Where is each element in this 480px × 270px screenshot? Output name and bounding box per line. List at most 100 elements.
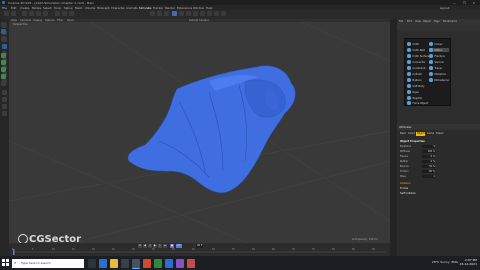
menu-tools[interactable]: Tools bbox=[54, 6, 61, 10]
cube-icon[interactable] bbox=[172, 11, 177, 16]
vp-menu-panel[interactable]: Panel bbox=[67, 19, 74, 22]
om-menu-view[interactable]: View bbox=[415, 20, 421, 23]
vp-menu-options[interactable]: Options bbox=[45, 19, 55, 22]
popup-item-tracer[interactable]: Tracer bbox=[429, 66, 442, 70]
popup-item-rope[interactable]: Rope bbox=[407, 90, 419, 94]
light-icon[interactable] bbox=[221, 11, 226, 16]
menu-extensions[interactable]: Extensions bbox=[177, 6, 192, 10]
move-icon[interactable] bbox=[29, 11, 34, 16]
vp-menu-display[interactable]: Display bbox=[33, 19, 42, 22]
menu-edit[interactable]: Edit bbox=[11, 6, 16, 10]
takes-tab-icon[interactable] bbox=[1, 29, 6, 34]
popup-item-cloth-surface[interactable]: Cloth Surface bbox=[407, 54, 429, 58]
menu-layout[interactable]: Layout bbox=[440, 6, 450, 10]
menu-character[interactable]: Character bbox=[111, 6, 125, 10]
render-view-icon[interactable] bbox=[150, 11, 155, 16]
cloner-icon[interactable] bbox=[193, 11, 198, 16]
section-forces[interactable]: Forces bbox=[400, 187, 408, 190]
attr-field-bounce[interactable]: 50 % bbox=[422, 165, 435, 168]
select-icon[interactable] bbox=[22, 11, 27, 16]
menu-create[interactable]: Create bbox=[20, 6, 29, 10]
popup-item-voronoi[interactable]: Voronoi bbox=[429, 60, 444, 64]
popup-item-matrix[interactable]: Matrix bbox=[429, 48, 449, 52]
go-to-end-button[interactable]: ⏭ bbox=[163, 243, 167, 248]
section-self-collision[interactable]: Self Collision bbox=[400, 192, 416, 195]
weather-text[interactable]: 28°C Sunny bbox=[432, 260, 450, 264]
menu-mesh[interactable]: Mesh bbox=[75, 6, 82, 10]
om-menu-object[interactable]: Object bbox=[423, 20, 431, 23]
subdivision-icon[interactable] bbox=[186, 11, 191, 16]
menu-help[interactable]: Help bbox=[206, 6, 212, 10]
field-icon[interactable] bbox=[207, 11, 212, 16]
windows-start-icon[interactable] bbox=[2, 259, 9, 266]
popup-item-fracture[interactable]: Fracture bbox=[429, 54, 445, 58]
om-menu-file[interactable]: File bbox=[399, 20, 403, 23]
menu-file[interactable]: File bbox=[2, 6, 7, 10]
om-menu-bookmarks[interactable]: Bookmarks bbox=[443, 20, 457, 23]
scale-icon[interactable] bbox=[36, 11, 41, 16]
attr-tab-expert[interactable]: Expert bbox=[435, 132, 445, 136]
deformer-icon[interactable] bbox=[200, 11, 205, 16]
layers-tab-icon[interactable] bbox=[1, 36, 6, 41]
prev-key-button[interactable]: ◀ bbox=[143, 243, 147, 248]
task-view-icon[interactable] bbox=[88, 258, 96, 268]
window-controls[interactable]: — ❐ ✕ bbox=[453, 1, 478, 5]
render-settings-icon[interactable] bbox=[164, 11, 169, 16]
store-icon[interactable] bbox=[121, 258, 129, 268]
attr-tab-cache[interactable]: Cache bbox=[426, 132, 435, 136]
app-icon-recorder[interactable] bbox=[187, 258, 195, 268]
section-collision[interactable]: Collision bbox=[400, 182, 410, 185]
rotate-icon[interactable] bbox=[43, 11, 48, 16]
app-icon-red[interactable] bbox=[143, 258, 151, 268]
workplane-icon[interactable] bbox=[2, 97, 7, 102]
popup-item-mospline[interactable]: MoSpline bbox=[429, 72, 446, 76]
snap-icon[interactable] bbox=[2, 90, 7, 95]
viewport[interactable] bbox=[9, 21, 390, 252]
popup-item-connector[interactable]: Connector bbox=[407, 60, 425, 64]
popup-item-collider[interactable]: Collider bbox=[407, 72, 422, 76]
cloth-tab-icon[interactable] bbox=[1, 53, 6, 58]
go-to-start-button[interactable]: ⏮ bbox=[138, 243, 142, 248]
attr-tab-basic[interactable]: Basic bbox=[399, 132, 407, 136]
edge-icon[interactable] bbox=[99, 258, 107, 268]
attr-tab-coord[interactable]: Coord bbox=[407, 132, 416, 136]
attr-field-stiffness[interactable]: 100 % bbox=[422, 150, 435, 153]
undo-icon[interactable] bbox=[4, 11, 9, 16]
objects-tab-icon[interactable] bbox=[1, 22, 6, 27]
popup-item-moinstance[interactable]: MoInstance bbox=[429, 78, 449, 82]
mograph-tab-icon[interactable] bbox=[1, 81, 6, 86]
popup-item-cloth[interactable]: Cloth bbox=[407, 42, 419, 46]
prev-frame-button[interactable]: ◁ bbox=[148, 243, 152, 248]
clock[interactable]: 2:07 PM 23-12-2021 bbox=[460, 258, 477, 266]
grid-icon[interactable] bbox=[2, 111, 7, 116]
menu-select[interactable]: Select bbox=[43, 6, 52, 10]
axis-x-icon[interactable] bbox=[55, 11, 60, 16]
taskbar-search-box[interactable]: ⌕ Type here to search bbox=[12, 258, 84, 268]
menu-window[interactable]: Window bbox=[193, 6, 204, 10]
popup-item-force[interactable]: Force Object bbox=[407, 101, 428, 105]
points-mode-icon[interactable] bbox=[2, 44, 7, 49]
vp-menu-filter[interactable]: Filter bbox=[57, 19, 63, 22]
om-menu-edit[interactable]: Edit bbox=[407, 20, 412, 23]
attr-tab-object[interactable]: Object bbox=[416, 132, 426, 136]
axis-y-icon[interactable] bbox=[62, 11, 67, 16]
viewport-canvas[interactable] bbox=[9, 21, 390, 252]
record-button[interactable]: ● bbox=[170, 243, 174, 248]
simulate-tab-icon[interactable] bbox=[1, 60, 6, 65]
menu-simulate[interactable]: Simulate bbox=[139, 6, 151, 10]
menu-tracker[interactable]: Tracker bbox=[153, 6, 163, 10]
play-button[interactable]: ▶ bbox=[153, 243, 157, 248]
axis-z-icon[interactable] bbox=[69, 11, 74, 16]
cinema4d-taskbar-icon[interactable] bbox=[132, 258, 140, 269]
current-frame-field[interactable]: 0 F bbox=[176, 243, 182, 248]
attr-field-mass[interactable]: 1 bbox=[422, 175, 435, 178]
menu-spline[interactable]: Spline bbox=[64, 6, 73, 10]
menu-animate[interactable]: Animate bbox=[126, 6, 138, 10]
lang-indicator[interactable]: ENG bbox=[452, 260, 458, 264]
popup-item-ragdoll[interactable]: Ragdoll bbox=[407, 96, 422, 100]
file-explorer-icon[interactable] bbox=[110, 258, 118, 268]
redo-icon[interactable] bbox=[11, 11, 16, 16]
attr-field-iterations[interactable]: 5 bbox=[422, 145, 435, 148]
pen-icon[interactable] bbox=[179, 11, 184, 16]
popup-item-soft-body[interactable]: Soft Body bbox=[407, 84, 425, 88]
